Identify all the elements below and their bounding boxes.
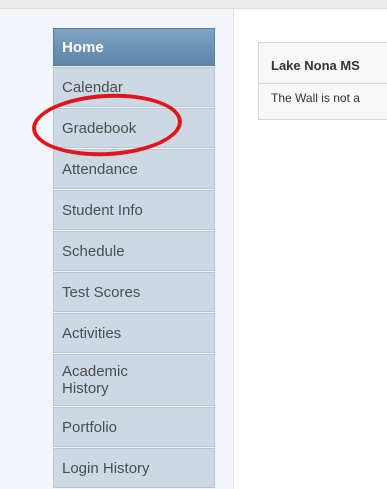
sidebar-item-academic-history[interactable]: Academic History xyxy=(53,354,215,406)
sidebar-item-home[interactable]: Home xyxy=(53,28,215,66)
sidebar-item-student-info[interactable]: Student Info xyxy=(53,190,215,230)
top-strip xyxy=(0,0,387,9)
sidebar-item-label: Schedule xyxy=(62,242,125,260)
sidebar-item-label: Student Info xyxy=(62,201,143,219)
sidebar-item-label: Test Scores xyxy=(62,283,141,301)
school-name: Lake Nona MS xyxy=(271,58,360,73)
sidebar-item-portfolio[interactable]: Portfolio xyxy=(53,407,215,447)
sidebar-item-label: Attendance xyxy=(62,160,138,178)
card-divider xyxy=(259,83,387,84)
sidebar-item-label: Login History xyxy=(62,459,150,477)
sidebar-item-activities[interactable]: Activities xyxy=(53,313,215,353)
sidebar-item-login-history[interactable]: Login History xyxy=(53,448,215,488)
school-card: Lake Nona MS The Wall is not a xyxy=(258,42,387,120)
sidebar-item-label: Portfolio xyxy=(62,418,118,436)
sidebar-item-label: Academic History xyxy=(62,363,128,397)
sidebar-item-label: Home xyxy=(62,38,104,56)
sidebar-item-schedule[interactable]: Schedule xyxy=(53,231,215,271)
wall-message: The Wall is not a xyxy=(271,91,360,105)
sidebar-item-test-scores[interactable]: Test Scores xyxy=(53,272,215,312)
sidebar-item-label: Activities xyxy=(62,324,122,342)
sidebar-item-attendance[interactable]: Attendance xyxy=(53,149,215,189)
